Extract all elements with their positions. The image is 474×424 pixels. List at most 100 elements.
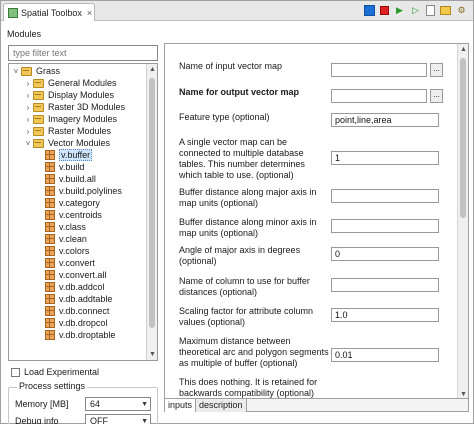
param-input[interactable] (331, 113, 439, 127)
document-icon[interactable] (426, 5, 435, 16)
param-label: Feature type (optional) (179, 112, 270, 122)
tree-folder[interactable]: › Raster Modules (9, 125, 147, 137)
browse-button[interactable]: ... (430, 89, 443, 103)
tree-module[interactable]: v.build (9, 161, 147, 173)
tree-module[interactable]: v.convert.all (9, 269, 147, 281)
browse-button[interactable]: ... (430, 63, 443, 77)
filter-input[interactable] (8, 45, 158, 61)
folder-icon (33, 102, 44, 112)
stop-icon[interactable] (380, 6, 389, 15)
view-tab[interactable]: Spatial Toolbox × (3, 3, 95, 21)
param-label: This does nothing. It is retained for ba… (179, 377, 318, 398)
tree-module[interactable]: v.build.all (9, 173, 147, 185)
memory-select[interactable]: 64 ▼ (85, 397, 151, 411)
memory-row: Memory [MB] 64 ▼ (15, 397, 151, 411)
scroll-thumb[interactable] (149, 78, 155, 328)
checkbox-box[interactable] (11, 367, 20, 377)
tree-scrollbar[interactable]: ▲ ▼ (146, 64, 157, 360)
debug-label: Debug info (15, 416, 59, 424)
gear-icon[interactable]: ⚙ (456, 5, 467, 16)
tree-item-label: Vector Modules (48, 138, 111, 148)
scroll-thumb[interactable] (460, 58, 466, 218)
chevron-right-icon[interactable]: › (23, 103, 33, 112)
tree-module[interactable]: v.build.polylines (9, 185, 147, 197)
tree-folder[interactable]: › General Modules (9, 77, 147, 89)
scroll-up-icon[interactable]: ▲ (147, 64, 157, 75)
tree-module[interactable]: v.db.dropcol (9, 317, 147, 329)
tree-items: ˅ Grass › General Modules › Display Modules › R… (9, 65, 147, 341)
param-input[interactable] (331, 189, 439, 203)
load-experimental-checkbox[interactable]: Load Experimental (11, 367, 99, 377)
run-console-icon[interactable]: ▷ (410, 5, 421, 16)
tree-item-label: v.db.addcol (59, 282, 105, 292)
chevron-down-icon[interactable]: ˅ (23, 139, 33, 148)
param-label: Maximum distance between theoretical arc… (179, 336, 329, 368)
chevron-right-icon[interactable]: › (23, 115, 33, 124)
tree-module[interactable]: v.clean (9, 233, 147, 245)
tree-item-label: v.centroids (59, 210, 102, 220)
scroll-up-icon[interactable]: ▲ (458, 44, 469, 55)
param-input[interactable] (331, 278, 439, 292)
param-label: Scaling factor for attribute column valu… (179, 306, 314, 327)
tree-module[interactable]: v.colors (9, 245, 147, 257)
param-input[interactable] (331, 219, 439, 233)
folder-icon (33, 126, 44, 136)
param-input[interactable] (331, 151, 439, 165)
tree-folder[interactable]: › Imagery Modules (9, 113, 147, 125)
param-label: Buffer distance along major axis in map … (179, 187, 317, 208)
tree-module[interactable]: v.db.addtable (9, 293, 147, 305)
tree-item-label: Grass (36, 66, 61, 76)
param-label: Name of column to use for buffer distanc… (179, 276, 310, 297)
tab-inputs[interactable]: inputs (165, 399, 197, 412)
param-input[interactable] (331, 63, 427, 77)
module-icon (45, 234, 55, 244)
param-input[interactable] (331, 348, 439, 362)
param-input[interactable] (331, 89, 427, 103)
tree-module[interactable]: v.buffer (9, 149, 147, 161)
folder-icon[interactable] (440, 6, 451, 15)
param-label: A single vector map can be connected to … (179, 137, 305, 180)
tree-module[interactable]: v.db.connect (9, 305, 147, 317)
folder-icon (33, 114, 44, 124)
param-input[interactable] (331, 308, 439, 322)
tree-module[interactable]: v.db.addcol (9, 281, 147, 293)
memory-label: Memory [MB] (15, 399, 69, 409)
tab-description[interactable]: description (196, 399, 247, 412)
tree-module[interactable]: v.db.droptable (9, 329, 147, 341)
chevron-down-icon[interactable]: ˅ (11, 67, 21, 76)
tree-item-label: v.db.connect (59, 306, 110, 316)
tree-folder[interactable]: ˅ Vector Modules (9, 137, 147, 149)
module-icon (45, 186, 55, 196)
run-icon[interactable]: ▶ (394, 5, 405, 16)
tree-item-label: Raster 3D Modules (48, 102, 126, 112)
form-scrollbar[interactable]: ▲ ▼ (457, 44, 468, 400)
close-icon[interactable]: × (87, 8, 92, 18)
debug-select[interactable]: OFF ▼ (85, 414, 151, 424)
module-icon (45, 258, 55, 268)
param-label: Name for output vector map (179, 87, 300, 97)
param-input[interactable] (331, 247, 439, 261)
modules-tree[interactable]: ˅ Grass › General Modules › Display Modules › R… (8, 63, 158, 361)
tree-module[interactable]: v.category (9, 197, 147, 209)
scroll-down-icon[interactable]: ▼ (147, 349, 157, 360)
tree-module[interactable]: v.convert (9, 257, 147, 269)
chevron-down-icon[interactable]: ▼ (141, 401, 148, 408)
module-icon (45, 162, 55, 172)
tree-item-label: v.class (59, 222, 86, 232)
tree-item-label: v.db.addtable (59, 294, 113, 304)
tree-folder[interactable]: › Raster 3D Modules (9, 101, 147, 113)
tree-item-label: v.build.polylines (59, 186, 122, 196)
chevron-down-icon[interactable]: ▼ (141, 418, 148, 424)
select-icon[interactable] (364, 5, 375, 16)
folder-icon (33, 78, 44, 88)
debug-value: OFF (90, 416, 108, 424)
parameters-form: Name of input vector map... Name for outp… (165, 44, 457, 400)
chevron-right-icon[interactable]: › (23, 91, 33, 100)
tree-folder[interactable]: ˅ Grass (9, 65, 147, 77)
chevron-right-icon[interactable]: › (23, 127, 33, 136)
tree-module[interactable]: v.centroids (9, 209, 147, 221)
tree-module[interactable]: v.class (9, 221, 147, 233)
tree-folder[interactable]: › Display Modules (9, 89, 147, 101)
chevron-right-icon[interactable]: › (23, 79, 33, 88)
folder-icon (21, 66, 32, 76)
